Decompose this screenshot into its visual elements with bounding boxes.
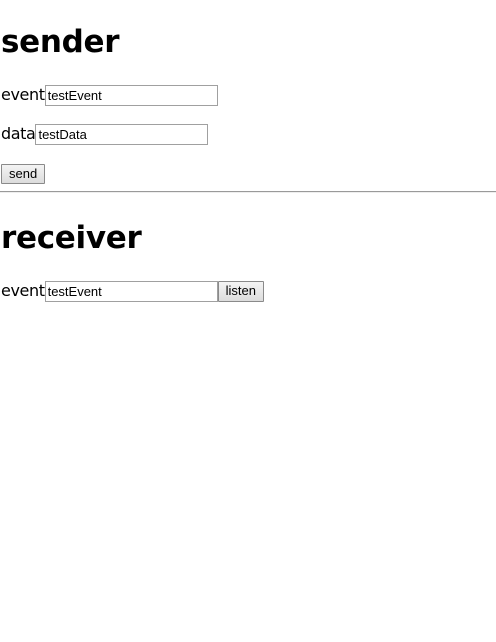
sender-data-row: data xyxy=(1,123,209,145)
send-button[interactable]: send xyxy=(1,164,46,184)
sender-event-row: event xyxy=(1,84,218,106)
receiver-heading: receiver xyxy=(1,220,142,256)
section-divider xyxy=(0,191,496,193)
page: sender event data send receiver event li… xyxy=(0,0,496,642)
sender-data-input[interactable] xyxy=(35,123,209,145)
sender-event-label: event xyxy=(1,85,45,104)
receiver-event-input[interactable] xyxy=(44,280,218,302)
sender-heading: sender xyxy=(1,24,120,60)
sender-event-input[interactable] xyxy=(44,84,218,106)
receiver-event-row: event listen xyxy=(1,280,264,302)
sender-data-label: data xyxy=(1,124,36,143)
listen-button[interactable]: listen xyxy=(217,280,264,302)
receiver-event-label: event xyxy=(1,281,45,300)
